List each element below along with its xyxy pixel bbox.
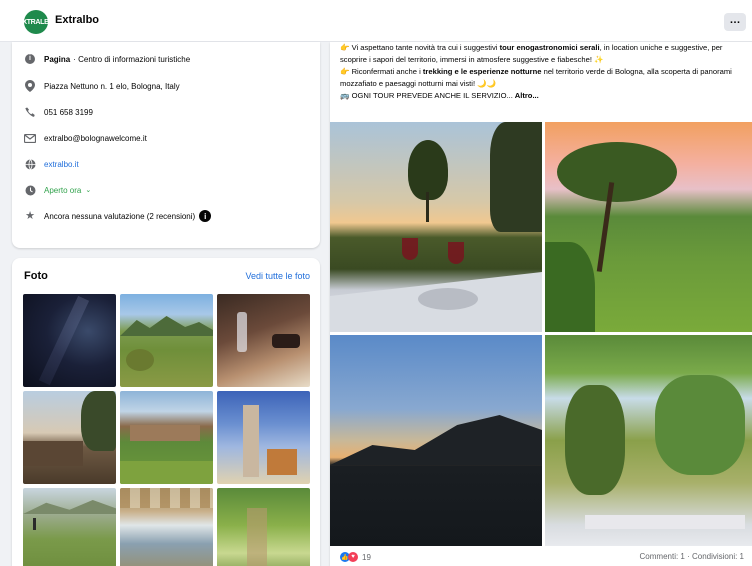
post-footer: 👍 ♥ 19 Commenti: 1 · Condivisioni: 1 <box>330 550 752 566</box>
photos-card: Foto Vedi tutte le foto <box>12 258 320 566</box>
post-photo[interactable] <box>545 335 752 546</box>
post-text-segment: 👉 Riconfermati anche i <box>340 67 423 76</box>
rating-row: ★ Ancora nessuna valutazione (2 recensio… <box>24 210 212 222</box>
clock-icon <box>24 184 36 196</box>
see-all-photos-link[interactable]: Vedi tutte le foto <box>245 271 310 281</box>
category-value: · Centro di informazioni turistiche <box>73 54 191 64</box>
phone-row: 051 658 3199 <box>24 106 93 118</box>
post-text-segment: 👉 Vi aspettano tante novità tra cui i su… <box>340 43 500 52</box>
page-logo[interactable]: EXTRALBO <box>18 10 54 34</box>
photo-grid <box>23 294 310 566</box>
photo-thumbnail[interactable] <box>120 488 213 566</box>
post-text: 👉 Vi aspettano tante novità tra cui i su… <box>340 42 750 103</box>
phone-number[interactable]: 051 658 3199 <box>44 108 93 117</box>
address-row: Piazza Nettuno n. 1 elo, Bologna, Italy <box>24 80 180 92</box>
photo-thumbnail[interactable] <box>217 488 310 566</box>
hours-status[interactable]: Aperto ora <box>44 186 81 195</box>
category-label: Pagina <box>44 54 71 64</box>
hours-row: Aperto ora ⌄ <box>24 184 91 196</box>
post-photo[interactable] <box>545 122 752 332</box>
love-reaction-icon: ♥ <box>348 552 358 562</box>
website-link[interactable]: extralbo.it <box>44 160 79 169</box>
photo-thumbnail[interactable] <box>217 294 310 387</box>
page-header: EXTRALBO Extralbo … <box>0 0 752 42</box>
post-text-segment: 🚌 OGNI TOUR PREVEDE ANCHE IL SERVIZIO... <box>340 91 513 100</box>
intro-card: i Pagina · Centro di informazioni turist… <box>12 42 320 248</box>
pin-icon <box>24 80 36 92</box>
post-text-bold: trekking e le esperienze notturne <box>422 67 542 76</box>
page-name[interactable]: Extralbo <box>55 14 99 26</box>
photo-thumbnail[interactable] <box>23 488 116 566</box>
photo-thumbnail[interactable] <box>23 294 116 387</box>
address-text: Piazza Nettuno n. 1 elo, Bologna, Italy <box>44 81 180 91</box>
post-card: 👉 Vi aspettano tante novità tra cui i su… <box>330 42 752 566</box>
phone-icon <box>24 106 36 118</box>
reactions-count: 19 <box>362 552 371 562</box>
photo-thumbnail[interactable] <box>23 391 116 484</box>
post-photo[interactable] <box>330 335 542 546</box>
rating-text: Ancora nessuna valutazione (2 recensioni… <box>44 211 196 221</box>
email-address[interactable]: extralbo@bolognawelcome.it <box>44 134 147 143</box>
chevron-down-icon[interactable]: ⌄ <box>85 186 91 194</box>
photo-thumbnail[interactable] <box>120 391 213 484</box>
email-row: extralbo@bolognawelcome.it <box>24 132 147 144</box>
email-icon <box>24 132 36 144</box>
post-photo-grid <box>330 122 752 546</box>
globe-icon <box>24 158 36 170</box>
star-icon: ★ <box>25 210 35 222</box>
rating-info-icon[interactable]: i <box>199 210 212 222</box>
post-text-bold: tour enogastronomici serali <box>499 43 600 52</box>
more-options-button[interactable]: … <box>724 13 746 31</box>
website-row: extralbo.it <box>24 158 79 170</box>
post-photo[interactable] <box>330 122 542 332</box>
see-more-link[interactable]: Altro... <box>513 91 539 100</box>
photo-thumbnail[interactable] <box>217 391 310 484</box>
info-icon: i <box>25 54 35 64</box>
reactions-summary[interactable]: 👍 ♥ 19 <box>340 552 371 562</box>
comments-shares[interactable]: Commenti: 1 · Condivisioni: 1 <box>640 552 744 561</box>
photos-title[interactable]: Foto <box>24 270 48 282</box>
category-row: i Pagina · Centro di informazioni turist… <box>24 54 190 64</box>
photo-thumbnail[interactable] <box>120 294 213 387</box>
